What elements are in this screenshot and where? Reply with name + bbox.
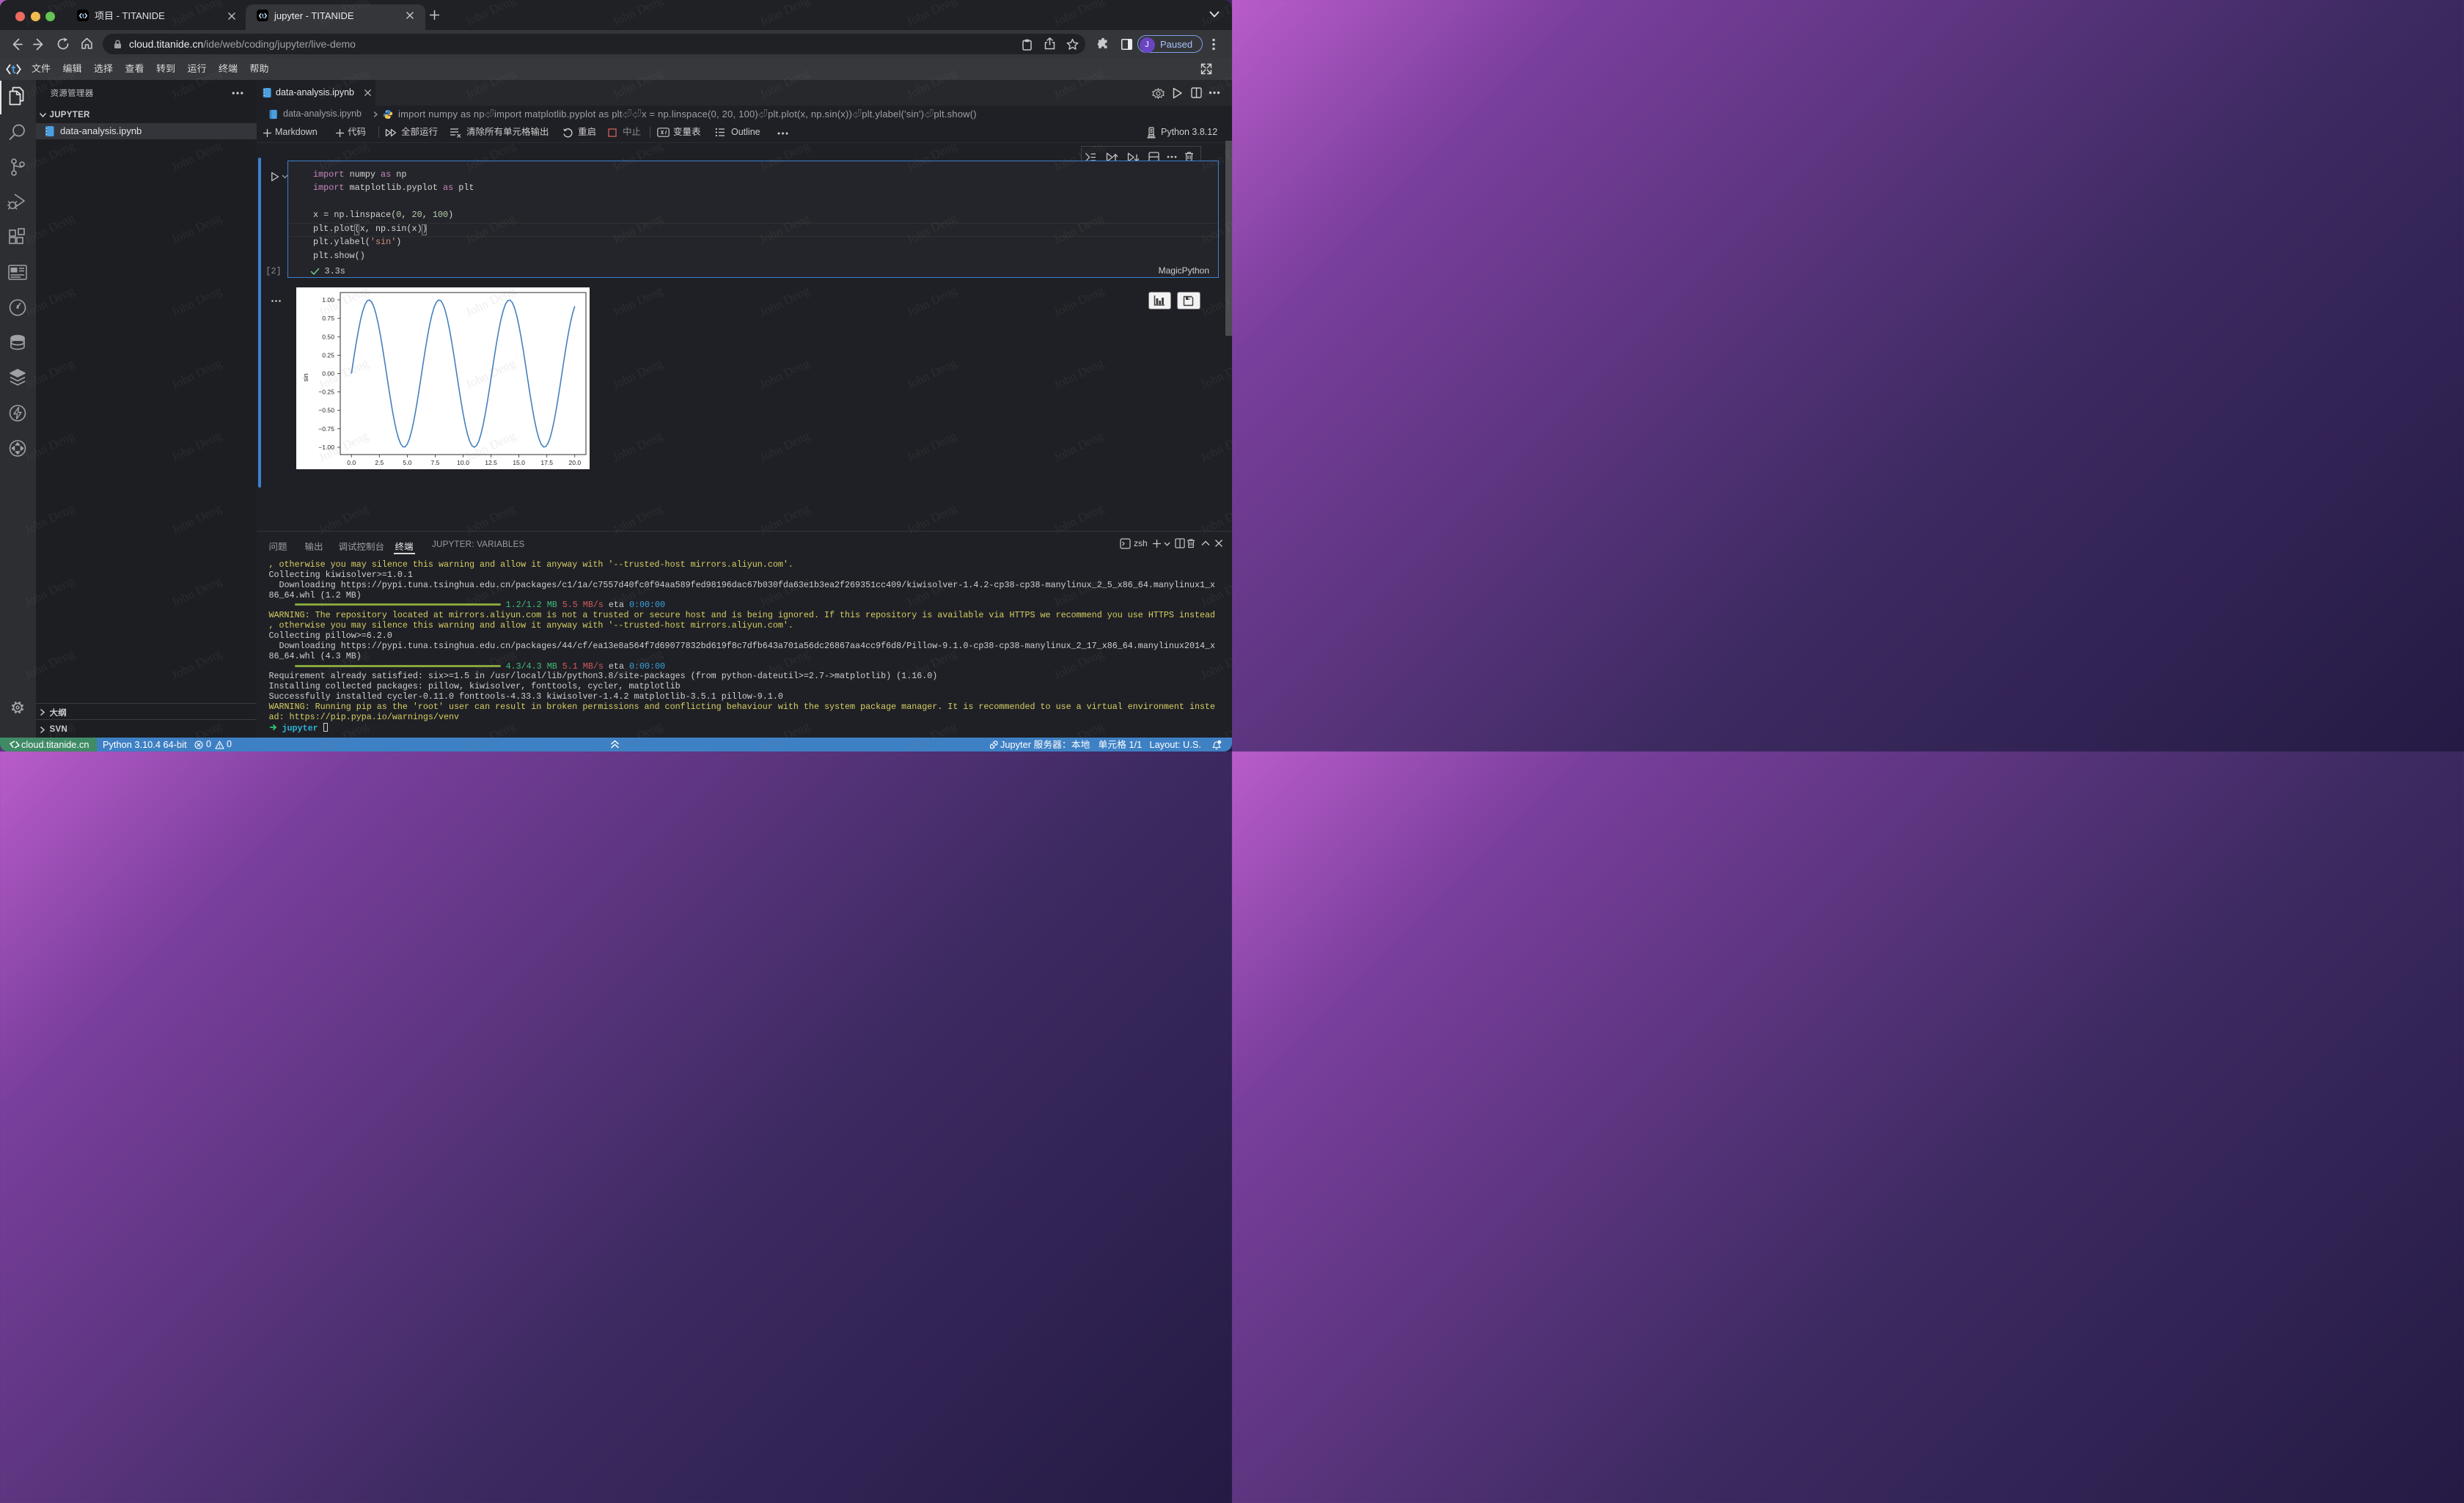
svg-text:15.0: 15.0 — [513, 459, 525, 466]
svg-text:20.0: 20.0 — [568, 459, 581, 466]
svg-text:0.25: 0.25 — [322, 351, 334, 359]
svg-text:17.5: 17.5 — [540, 459, 553, 466]
svg-text:0.00: 0.00 — [322, 370, 334, 377]
svg-text:7.5: 7.5 — [430, 459, 439, 466]
svg-text:−1.00: −1.00 — [318, 444, 334, 451]
svg-text:−0.50: −0.50 — [318, 406, 334, 414]
svg-text:10.0: 10.0 — [457, 459, 469, 466]
svg-text:0.50: 0.50 — [322, 333, 334, 340]
svg-text:12.5: 12.5 — [485, 459, 497, 466]
svg-text:2.5: 2.5 — [375, 459, 384, 466]
svg-text:0.0: 0.0 — [347, 459, 356, 466]
svg-text:−0.75: −0.75 — [318, 425, 334, 432]
svg-text:0.75: 0.75 — [322, 315, 334, 322]
svg-text:1.00: 1.00 — [322, 296, 334, 304]
svg-text:5.0: 5.0 — [403, 459, 411, 466]
svg-text:sin: sin — [302, 373, 309, 381]
svg-text:−0.25: −0.25 — [318, 388, 334, 395]
